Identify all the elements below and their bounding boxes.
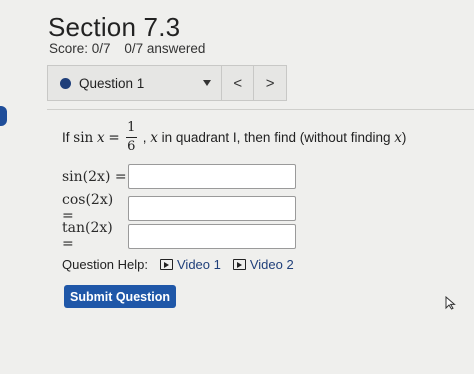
- answer-row-sin: sin(2x) =: [62, 164, 296, 189]
- question-select-label: Question 1: [79, 75, 145, 91]
- answer-row-tan: tan(2x) =: [62, 220, 296, 252]
- video-play-icon: [160, 259, 173, 270]
- status-dot-icon: [60, 77, 71, 89]
- problem-var: x: [97, 129, 105, 146]
- fraction-denominator: 6: [127, 139, 136, 154]
- problem-suffix-var: x: [150, 129, 158, 146]
- problem-func: sin: [73, 129, 94, 146]
- sin-2x-input[interactable]: [128, 164, 296, 189]
- question-select[interactable]: Question 1: [48, 66, 223, 100]
- fraction-numerator: 1: [127, 120, 136, 135]
- answered-text: 0/7 answered: [124, 41, 206, 56]
- mouse-cursor-icon: [445, 296, 456, 310]
- problem-suffix-end: ): [401, 130, 407, 145]
- question-help-label: Question Help:: [62, 257, 148, 272]
- problem-statement: If sin x = 1 6 , x in quadrant I, then f…: [62, 120, 407, 154]
- video-1-label: Video 1: [177, 257, 221, 272]
- problem-suffix: in quadrant I, then find (without findin…: [161, 130, 391, 145]
- answer-label: sin(2x) =: [62, 168, 127, 185]
- problem-prefix: If: [62, 130, 70, 145]
- next-question-button[interactable]: >: [254, 66, 286, 100]
- video-2-label: Video 2: [249, 257, 294, 272]
- video-2-link[interactable]: Video 2: [232, 257, 294, 272]
- video-1-link[interactable]: Video 1: [160, 257, 221, 272]
- submit-question-button[interactable]: Submit Question: [64, 285, 176, 308]
- side-tab-handle[interactable]: [0, 106, 7, 126]
- page-title: Section 7.3: [48, 12, 181, 42]
- score-line: Score: 0/7 0/7 answered: [49, 41, 205, 56]
- question-help: Question Help: Video 1 Video 2: [62, 257, 294, 272]
- video-play-icon: [232, 259, 246, 270]
- score-text: Score: 0/7: [49, 41, 111, 56]
- question-navigator: Question 1 < >: [47, 65, 287, 101]
- cos-2x-input[interactable]: [128, 195, 296, 221]
- divider: [47, 109, 474, 110]
- problem-var-2: x: [394, 129, 402, 146]
- caret-down-icon: [203, 80, 212, 86]
- previous-question-button[interactable]: <: [222, 66, 255, 100]
- tan-2x-input[interactable]: [128, 223, 296, 249]
- problem-equals: =: [108, 129, 120, 146]
- answer-label: tan(2x) =: [62, 220, 113, 252]
- fraction: 1 6: [125, 120, 137, 154]
